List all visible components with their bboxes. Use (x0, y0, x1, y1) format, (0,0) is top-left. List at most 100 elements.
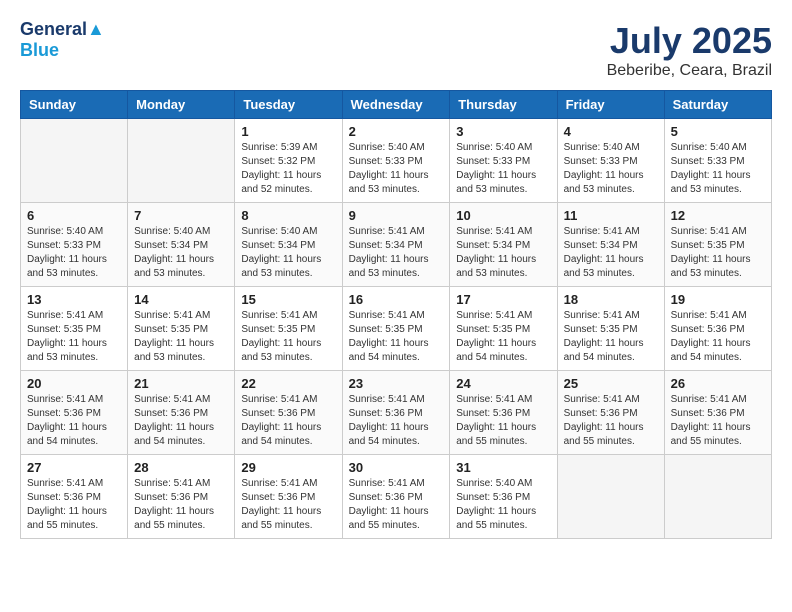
day-number: 9 (349, 208, 444, 223)
title-block: July 2025 Beberibe, Ceara, Brazil (607, 20, 772, 80)
day-number: 8 (241, 208, 335, 223)
day-info: Sunrise: 5:40 AMSunset: 5:33 PMDaylight:… (456, 141, 550, 197)
calendar-cell: 28Sunrise: 5:41 AMSunset: 5:36 PMDayligh… (128, 455, 235, 539)
day-info: Sunrise: 5:41 AMSunset: 5:36 PMDaylight:… (456, 393, 550, 449)
calendar-week-row: 13 Sunrise: 5:41 AMSunset: 5:35 PMDayligh… (21, 287, 772, 371)
day-info: Sunrise: 5:41 AMSunset: 5:36 PMDaylight:… (671, 309, 765, 365)
day-number: 3 (456, 124, 550, 139)
calendar-cell: 31Sunrise: 5:40 AMSunset: 5:36 PMDayligh… (450, 455, 557, 539)
calendar-cell: 9Sunrise: 5:41 AMSunset: 5:34 PMDaylight… (342, 203, 450, 287)
day-info: Sunrise: 5:41 AMSunset: 5:35 PMDaylight:… (27, 309, 121, 365)
calendar-week-row: 1 Sunrise: 5:39 AMSunset: 5:32 PMDaylight… (21, 119, 772, 203)
day-info: Sunrise: 5:41 AMSunset: 5:36 PMDaylight:… (134, 393, 228, 449)
day-number: 22 (241, 376, 335, 391)
column-header-wednesday: Wednesday (342, 91, 450, 119)
calendar-cell: 4 Sunrise: 5:40 AMSunset: 5:33 PMDaylight… (557, 119, 664, 203)
calendar-cell: 6Sunrise: 5:40 AMSunset: 5:33 PMDaylight… (21, 203, 128, 287)
day-info: Sunrise: 5:40 AMSunset: 5:34 PMDaylight:… (134, 225, 228, 281)
day-info: Sunrise: 5:41 AMSunset: 5:36 PMDaylight:… (241, 393, 335, 449)
day-info: Sunrise: 5:40 AMSunset: 5:33 PMDaylight:… (349, 141, 444, 197)
day-number: 17 (456, 292, 550, 307)
day-info: Sunrise: 5:41 AMSunset: 5:35 PMDaylight:… (564, 309, 658, 365)
column-header-monday: Monday (128, 91, 235, 119)
day-number: 25 (564, 376, 658, 391)
day-info: Sunrise: 5:40 AMSunset: 5:33 PMDaylight:… (27, 225, 121, 281)
day-number: 19 (671, 292, 765, 307)
calendar-cell: 1 Sunrise: 5:39 AMSunset: 5:32 PMDaylight… (235, 119, 342, 203)
day-number: 15 (241, 292, 335, 307)
day-info: Sunrise: 5:40 AMSunset: 5:33 PMDaylight:… (671, 141, 765, 197)
calendar-cell: 10Sunrise: 5:41 AMSunset: 5:34 PMDayligh… (450, 203, 557, 287)
day-number: 23 (349, 376, 444, 391)
calendar-cell (128, 119, 235, 203)
day-number: 26 (671, 376, 765, 391)
day-info: Sunrise: 5:41 AMSunset: 5:35 PMDaylight:… (671, 225, 765, 281)
calendar-cell: 25 Sunrise: 5:41 AMSunset: 5:36 PMDayligh… (557, 371, 664, 455)
day-number: 30 (349, 460, 444, 475)
calendar-cell: 26 Sunrise: 5:41 AMSunset: 5:36 PMDayligh… (664, 371, 771, 455)
day-info: Sunrise: 5:41 AMSunset: 5:36 PMDaylight:… (349, 477, 444, 533)
day-number: 13 (27, 292, 121, 307)
calendar-cell: 12Sunrise: 5:41 AMSunset: 5:35 PMDayligh… (664, 203, 771, 287)
day-info: Sunrise: 5:41 AMSunset: 5:36 PMDaylight:… (241, 477, 335, 533)
day-number: 5 (671, 124, 765, 139)
calendar-cell: 8Sunrise: 5:40 AMSunset: 5:34 PMDaylight… (235, 203, 342, 287)
day-number: 14 (134, 292, 228, 307)
logo: General▲ Blue (20, 20, 105, 61)
calendar-cell: 15 Sunrise: 5:41 AMSunset: 5:35 PMDayligh… (235, 287, 342, 371)
calendar-cell: 13 Sunrise: 5:41 AMSunset: 5:35 PMDayligh… (21, 287, 128, 371)
column-header-saturday: Saturday (664, 91, 771, 119)
month-title: July 2025 (607, 20, 772, 62)
calendar-cell: 18 Sunrise: 5:41 AMSunset: 5:35 PMDayligh… (557, 287, 664, 371)
logo-text: General▲ (20, 20, 105, 40)
day-number: 24 (456, 376, 550, 391)
column-header-thursday: Thursday (450, 91, 557, 119)
calendar-cell (664, 455, 771, 539)
calendar-cell: 19 Sunrise: 5:41 AMSunset: 5:36 PMDayligh… (664, 287, 771, 371)
day-number: 4 (564, 124, 658, 139)
page-header: General▲ Blue July 2025 Beberibe, Ceara,… (20, 20, 772, 80)
day-number: 16 (349, 292, 444, 307)
column-header-sunday: Sunday (21, 91, 128, 119)
calendar-header-row: SundayMondayTuesdayWednesdayThursdayFrid… (21, 91, 772, 119)
day-info: Sunrise: 5:41 AMSunset: 5:36 PMDaylight:… (134, 477, 228, 533)
calendar-cell: 21 Sunrise: 5:41 AMSunset: 5:36 PMDayligh… (128, 371, 235, 455)
day-number: 2 (349, 124, 444, 139)
calendar-cell: 16Sunrise: 5:41 AMSunset: 5:35 PMDayligh… (342, 287, 450, 371)
calendar-cell: 30 Sunrise: 5:41 AMSunset: 5:36 PMDayligh… (342, 455, 450, 539)
calendar-cell: 23 Sunrise: 5:41 AMSunset: 5:36 PMDayligh… (342, 371, 450, 455)
logo-blue: Blue (20, 40, 59, 61)
day-info: Sunrise: 5:41 AMSunset: 5:35 PMDaylight:… (456, 309, 550, 365)
day-info: Sunrise: 5:41 AMSunset: 5:35 PMDaylight:… (241, 309, 335, 365)
calendar-cell (557, 455, 664, 539)
calendar-cell (21, 119, 128, 203)
calendar-cell: 3 Sunrise: 5:40 AMSunset: 5:33 PMDaylight… (450, 119, 557, 203)
calendar-cell: 17 Sunrise: 5:41 AMSunset: 5:35 PMDayligh… (450, 287, 557, 371)
column-header-friday: Friday (557, 91, 664, 119)
day-number: 29 (241, 460, 335, 475)
day-number: 1 (241, 124, 335, 139)
column-header-tuesday: Tuesday (235, 91, 342, 119)
calendar-cell: 27Sunrise: 5:41 AMSunset: 5:36 PMDayligh… (21, 455, 128, 539)
calendar-cell: 2 Sunrise: 5:40 AMSunset: 5:33 PMDaylight… (342, 119, 450, 203)
calendar-cell: 11Sunrise: 5:41 AMSunset: 5:34 PMDayligh… (557, 203, 664, 287)
calendar-cell: 29 Sunrise: 5:41 AMSunset: 5:36 PMDayligh… (235, 455, 342, 539)
calendar-week-row: 6Sunrise: 5:40 AMSunset: 5:33 PMDaylight… (21, 203, 772, 287)
day-number: 31 (456, 460, 550, 475)
day-info: Sunrise: 5:41 AMSunset: 5:36 PMDaylight:… (564, 393, 658, 449)
day-number: 10 (456, 208, 550, 223)
calendar-table: SundayMondayTuesdayWednesdayThursdayFrid… (20, 90, 772, 539)
day-number: 21 (134, 376, 228, 391)
day-info: Sunrise: 5:40 AMSunset: 5:33 PMDaylight:… (564, 141, 658, 197)
day-number: 18 (564, 292, 658, 307)
day-info: Sunrise: 5:41 AMSunset: 5:36 PMDaylight:… (671, 393, 765, 449)
day-number: 20 (27, 376, 121, 391)
calendar-cell: 7 Sunrise: 5:40 AMSunset: 5:34 PMDaylight… (128, 203, 235, 287)
day-info: Sunrise: 5:41 AMSunset: 5:36 PMDaylight:… (349, 393, 444, 449)
day-number: 7 (134, 208, 228, 223)
day-info: Sunrise: 5:41 AMSunset: 5:36 PMDaylight:… (27, 477, 121, 533)
day-info: Sunrise: 5:41 AMSunset: 5:36 PMDaylight:… (27, 393, 121, 449)
day-info: Sunrise: 5:39 AMSunset: 5:32 PMDaylight:… (241, 141, 335, 197)
calendar-cell: 14 Sunrise: 5:41 AMSunset: 5:35 PMDayligh… (128, 287, 235, 371)
day-info: Sunrise: 5:41 AMSunset: 5:35 PMDaylight:… (134, 309, 228, 365)
